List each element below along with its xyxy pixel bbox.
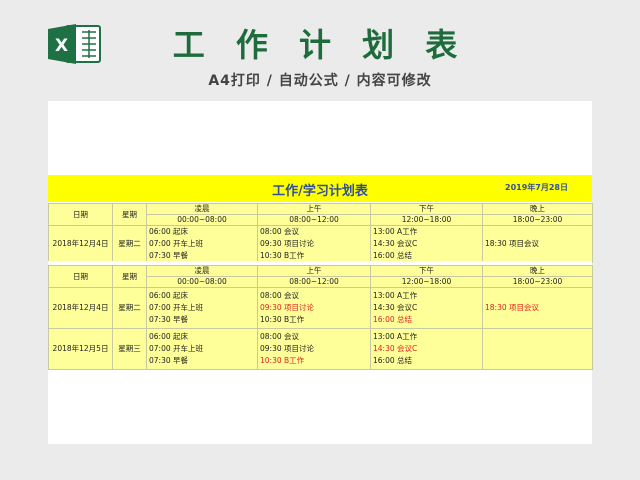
header-period: 下午 (370, 203, 483, 215)
entry: 13:00 A工作 (373, 227, 418, 236)
entry: 07:00 开车上班 (149, 344, 203, 353)
schedule-cell: 13:00 A工作 14:30 会议C 16:00 总结 (370, 287, 483, 329)
sheet-date: 2019年7月28日 (505, 183, 568, 192)
entry: 07:00 开车上班 (149, 239, 203, 248)
entry: 08:00 会议 (260, 227, 299, 236)
sheet-banner: 工作/学习计划表 2019年7月28日 (48, 175, 592, 202)
header-period: 晚上 (482, 203, 593, 215)
header-period: 凌晨 (146, 203, 258, 215)
entry: 18:30 项目会议 (485, 239, 539, 248)
entry: 18:30 项目会议 (485, 303, 539, 312)
entry: 09:30 项目讨论 (260, 239, 314, 248)
schedule-table-1: 日期 星期 凌晨 上午 下午 晚上 00:00~08:00 08:00~12:0… (48, 203, 593, 263)
entry: 16:00 总结 (373, 356, 412, 365)
header-time: 12:00~18:00 (370, 276, 483, 288)
entry: 14:30 会议C (373, 239, 418, 248)
header-time: 18:00~23:00 (482, 276, 593, 288)
entry: 06:00 起床 (149, 227, 188, 236)
schedule-cell (482, 328, 593, 370)
weekday-cell: 星期二 (112, 225, 147, 263)
schedule-cell: 06:00 起床 07:00 开车上班 07:30 早餐 (146, 328, 258, 370)
schedule-table-2: 日期 星期 凌晨 上午 下午 晚上 00:00~08:00 08:00~12:0… (48, 265, 593, 370)
header-time: 00:00~08:00 (146, 276, 258, 288)
entry: 06:00 起床 (149, 332, 188, 341)
entry: 07:00 开车上班 (149, 303, 203, 312)
entry: 16:00 总结 (373, 315, 412, 324)
schedule-cell: 18:30 项目会议 (482, 225, 593, 263)
entry: 08:00 会议 (260, 332, 299, 341)
entry: 14:30 会议C (373, 303, 418, 312)
entry: 10:30 B工作 (260, 356, 305, 365)
header-period: 上午 (257, 203, 371, 215)
entry: 14:30 会议C (373, 344, 418, 353)
header-period: 上午 (257, 265, 371, 277)
schedule-cell: 06:00 起床 07:00 开车上班 07:30 早餐 (146, 287, 258, 329)
header-period: 下午 (370, 265, 483, 277)
entry: 07:30 早餐 (149, 315, 188, 324)
schedule-cell: 13:00 A工作 14:30 会议C 16:00 总结 (370, 225, 483, 263)
weekday-cell: 星期三 (112, 328, 147, 370)
header-time: 08:00~12:00 (257, 214, 371, 226)
entry: 10:30 B工作 (260, 315, 305, 324)
page-title: 工 作 计 划 表 (172, 26, 468, 64)
header-period: 凌晨 (146, 265, 258, 277)
weekday-cell: 星期二 (112, 287, 147, 329)
date-cell: 2018年12月4日 (48, 287, 113, 329)
table-row: 2018年12月4日 星期二 06:00 起床 07:00 开车上班 07:30… (48, 287, 593, 329)
table-row: 2018年12月5日 星期三 06:00 起床 07:00 开车上班 07:30… (48, 328, 593, 370)
header-date: 日期 (48, 203, 113, 226)
spreadsheet-preview: 工作/学习计划表 2019年7月28日 日期 星期 凌晨 上午 下午 晚上 00… (48, 101, 593, 444)
header-time: 12:00~18:00 (370, 214, 483, 226)
schedule-cell: 06:00 起床 07:00 开车上班 07:30 早餐 (146, 225, 258, 263)
date-cell: 2018年12月4日 (48, 225, 113, 263)
header-time: 18:00~23:00 (482, 214, 593, 226)
header-time: 08:00~12:00 (257, 276, 371, 288)
schedule-cell: 08:00 会议 09:30 项目讨论 10:30 B工作 (257, 225, 371, 263)
entry: 06:00 起床 (149, 291, 188, 300)
table-row: 2018年12月4日 星期二 06:00 起床 07:00 开车上班 07:30… (48, 225, 593, 263)
schedule-cell: 13:00 A工作 14:30 会议C 16:00 总结 (370, 328, 483, 370)
header-weekday: 星期 (112, 265, 147, 288)
header-period: 晚上 (482, 265, 593, 277)
header-date: 日期 (48, 265, 113, 288)
entry: 09:30 项目讨论 (260, 303, 314, 312)
date-cell: 2018年12月5日 (48, 328, 113, 370)
entry: 07:30 早餐 (149, 356, 188, 365)
header-time: 00:00~08:00 (146, 214, 258, 226)
schedule-cell: 18:30 项目会议 (482, 287, 593, 329)
header-weekday: 星期 (112, 203, 147, 226)
entry: 08:00 会议 (260, 291, 299, 300)
page-subtitle: A4打印 / 自动公式 / 内容可修改 (208, 73, 432, 89)
entry: 13:00 A工作 (373, 332, 418, 341)
schedule-cell: 08:00 会议 09:30 项目讨论 10:30 B工作 (257, 328, 371, 370)
schedule-cell: 08:00 会议 09:30 项目讨论 10:30 B工作 (257, 287, 371, 329)
entry: 13:00 A工作 (373, 291, 418, 300)
entry: 09:30 项目讨论 (260, 344, 314, 353)
